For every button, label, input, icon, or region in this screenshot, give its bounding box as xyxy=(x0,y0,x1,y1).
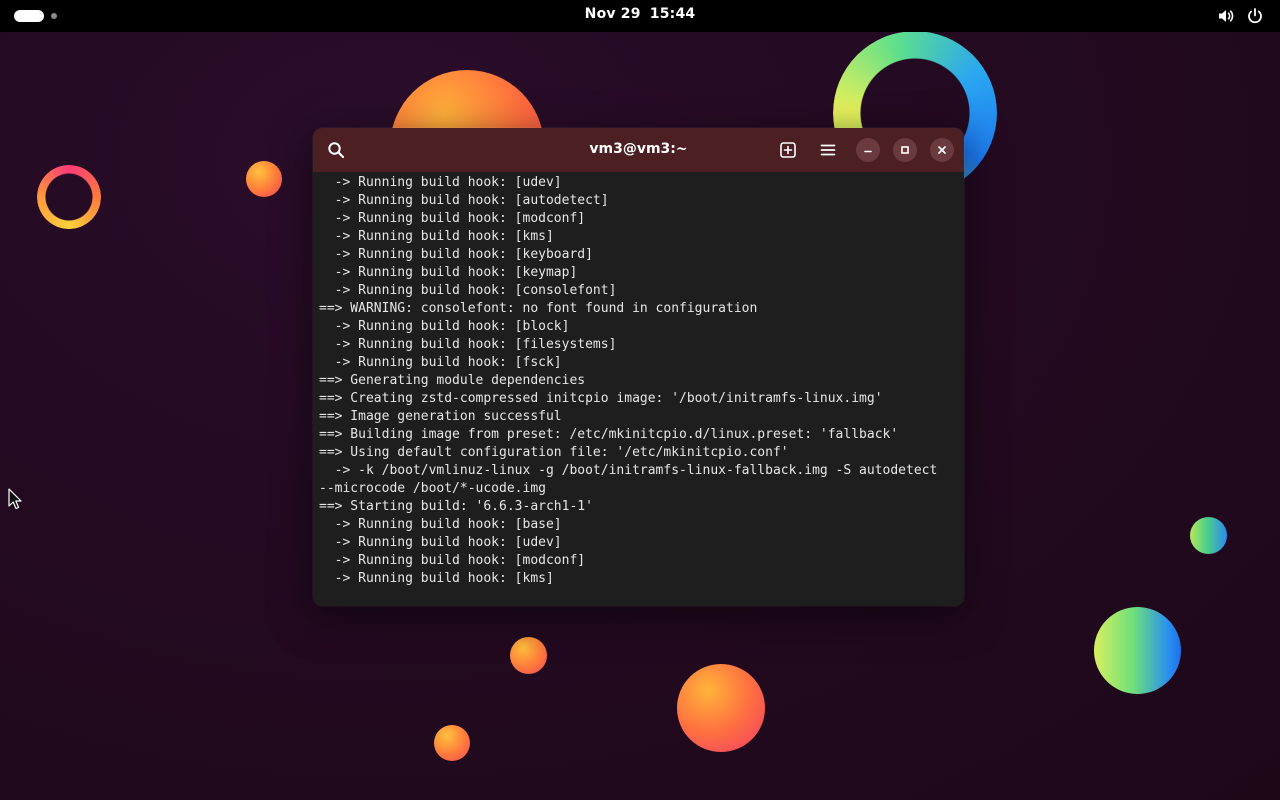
clock-date: Nov 29 xyxy=(584,6,641,22)
terminal-line: -> Running build hook: [consolefont] xyxy=(319,283,617,298)
terminal-line: ==> Building image from preset: /etc/mki… xyxy=(319,427,899,442)
terminal-titlebar[interactable]: vm3@vm3:~ xyxy=(313,128,964,172)
wallpaper-bubble xyxy=(510,637,547,674)
wallpaper-bubble xyxy=(1190,517,1227,554)
wallpaper-ring xyxy=(37,165,101,229)
terminal-line: ==> WARNING: consolefont: no font found … xyxy=(319,301,758,316)
volume-icon[interactable] xyxy=(1217,7,1235,25)
maximize-icon xyxy=(901,146,909,154)
clock[interactable]: Nov 29 15:44 xyxy=(540,6,740,22)
terminal-line: ==> Starting build: '6.6.3-arch1-1' xyxy=(319,499,593,514)
wallpaper-bubble xyxy=(434,725,470,761)
terminal-line: -> Running build hook: [modconf] xyxy=(319,211,586,226)
close-button[interactable] xyxy=(930,138,954,162)
window-title: vm3@vm3:~ xyxy=(589,141,688,157)
minimize-button[interactable] xyxy=(856,138,880,162)
terminal-line: ==> Image generation successful xyxy=(319,409,562,424)
terminal-line: -> Running build hook: [udev] xyxy=(319,535,562,550)
mouse-pointer-icon xyxy=(8,488,22,510)
terminal-line: -> Running build hook: [block] xyxy=(319,319,570,334)
terminal-line: -> -k /boot/vmlinuz-linux -g /boot/initr… xyxy=(319,463,938,478)
terminal-line: --microcode /boot/*-ucode.img xyxy=(319,481,546,496)
terminal-line: ==> Using default configuration file: '/… xyxy=(319,445,789,460)
wallpaper-bubble xyxy=(246,161,282,197)
terminal-line: -> Running build hook: [kms] xyxy=(319,229,554,244)
terminal-line: -> Running build hook: [fsck] xyxy=(319,355,562,370)
maximize-button[interactable] xyxy=(893,138,917,162)
terminal-line: -> Running build hook: [udev] xyxy=(319,175,562,190)
terminal-line: -> Running build hook: [kms] xyxy=(319,571,554,586)
terminal-line: -> Running build hook: [keyboard] xyxy=(319,247,593,262)
wallpaper-bubble xyxy=(1094,607,1181,694)
terminal-line: ==> Creating zstd-compressed initcpio im… xyxy=(319,391,883,406)
hamburger-menu-icon[interactable] xyxy=(816,138,840,162)
terminal-line: -> Running build hook: [filesystems] xyxy=(319,337,617,352)
minimize-icon xyxy=(864,150,872,153)
workspace-dot-icon xyxy=(51,13,57,19)
power-icon[interactable] xyxy=(1246,7,1264,25)
wallpaper-bubble xyxy=(677,664,765,752)
terminal-window[interactable]: vm3@vm3:~ -> Running build hook: [udev] … xyxy=(313,128,964,606)
activities-button[interactable] xyxy=(14,10,62,22)
terminal-line: -> Running build hook: [autodetect] xyxy=(319,193,609,208)
terminal-line: -> Running build hook: [modconf] xyxy=(319,553,586,568)
terminal-line: -> Running build hook: [base] xyxy=(319,517,562,532)
top-bar: Nov 29 15:44 xyxy=(0,0,1280,32)
close-icon xyxy=(938,146,946,154)
new-tab-icon[interactable] xyxy=(776,138,800,162)
activities-pill-icon xyxy=(14,10,44,22)
clock-time: 15:44 xyxy=(649,6,696,22)
terminal-output[interactable]: -> Running build hook: [udev] -> Running… xyxy=(313,172,964,606)
terminal-line: -> Running build hook: [keymap] xyxy=(319,265,578,280)
terminal-line: ==> Generating module dependencies xyxy=(319,373,586,388)
search-icon[interactable] xyxy=(324,138,348,162)
